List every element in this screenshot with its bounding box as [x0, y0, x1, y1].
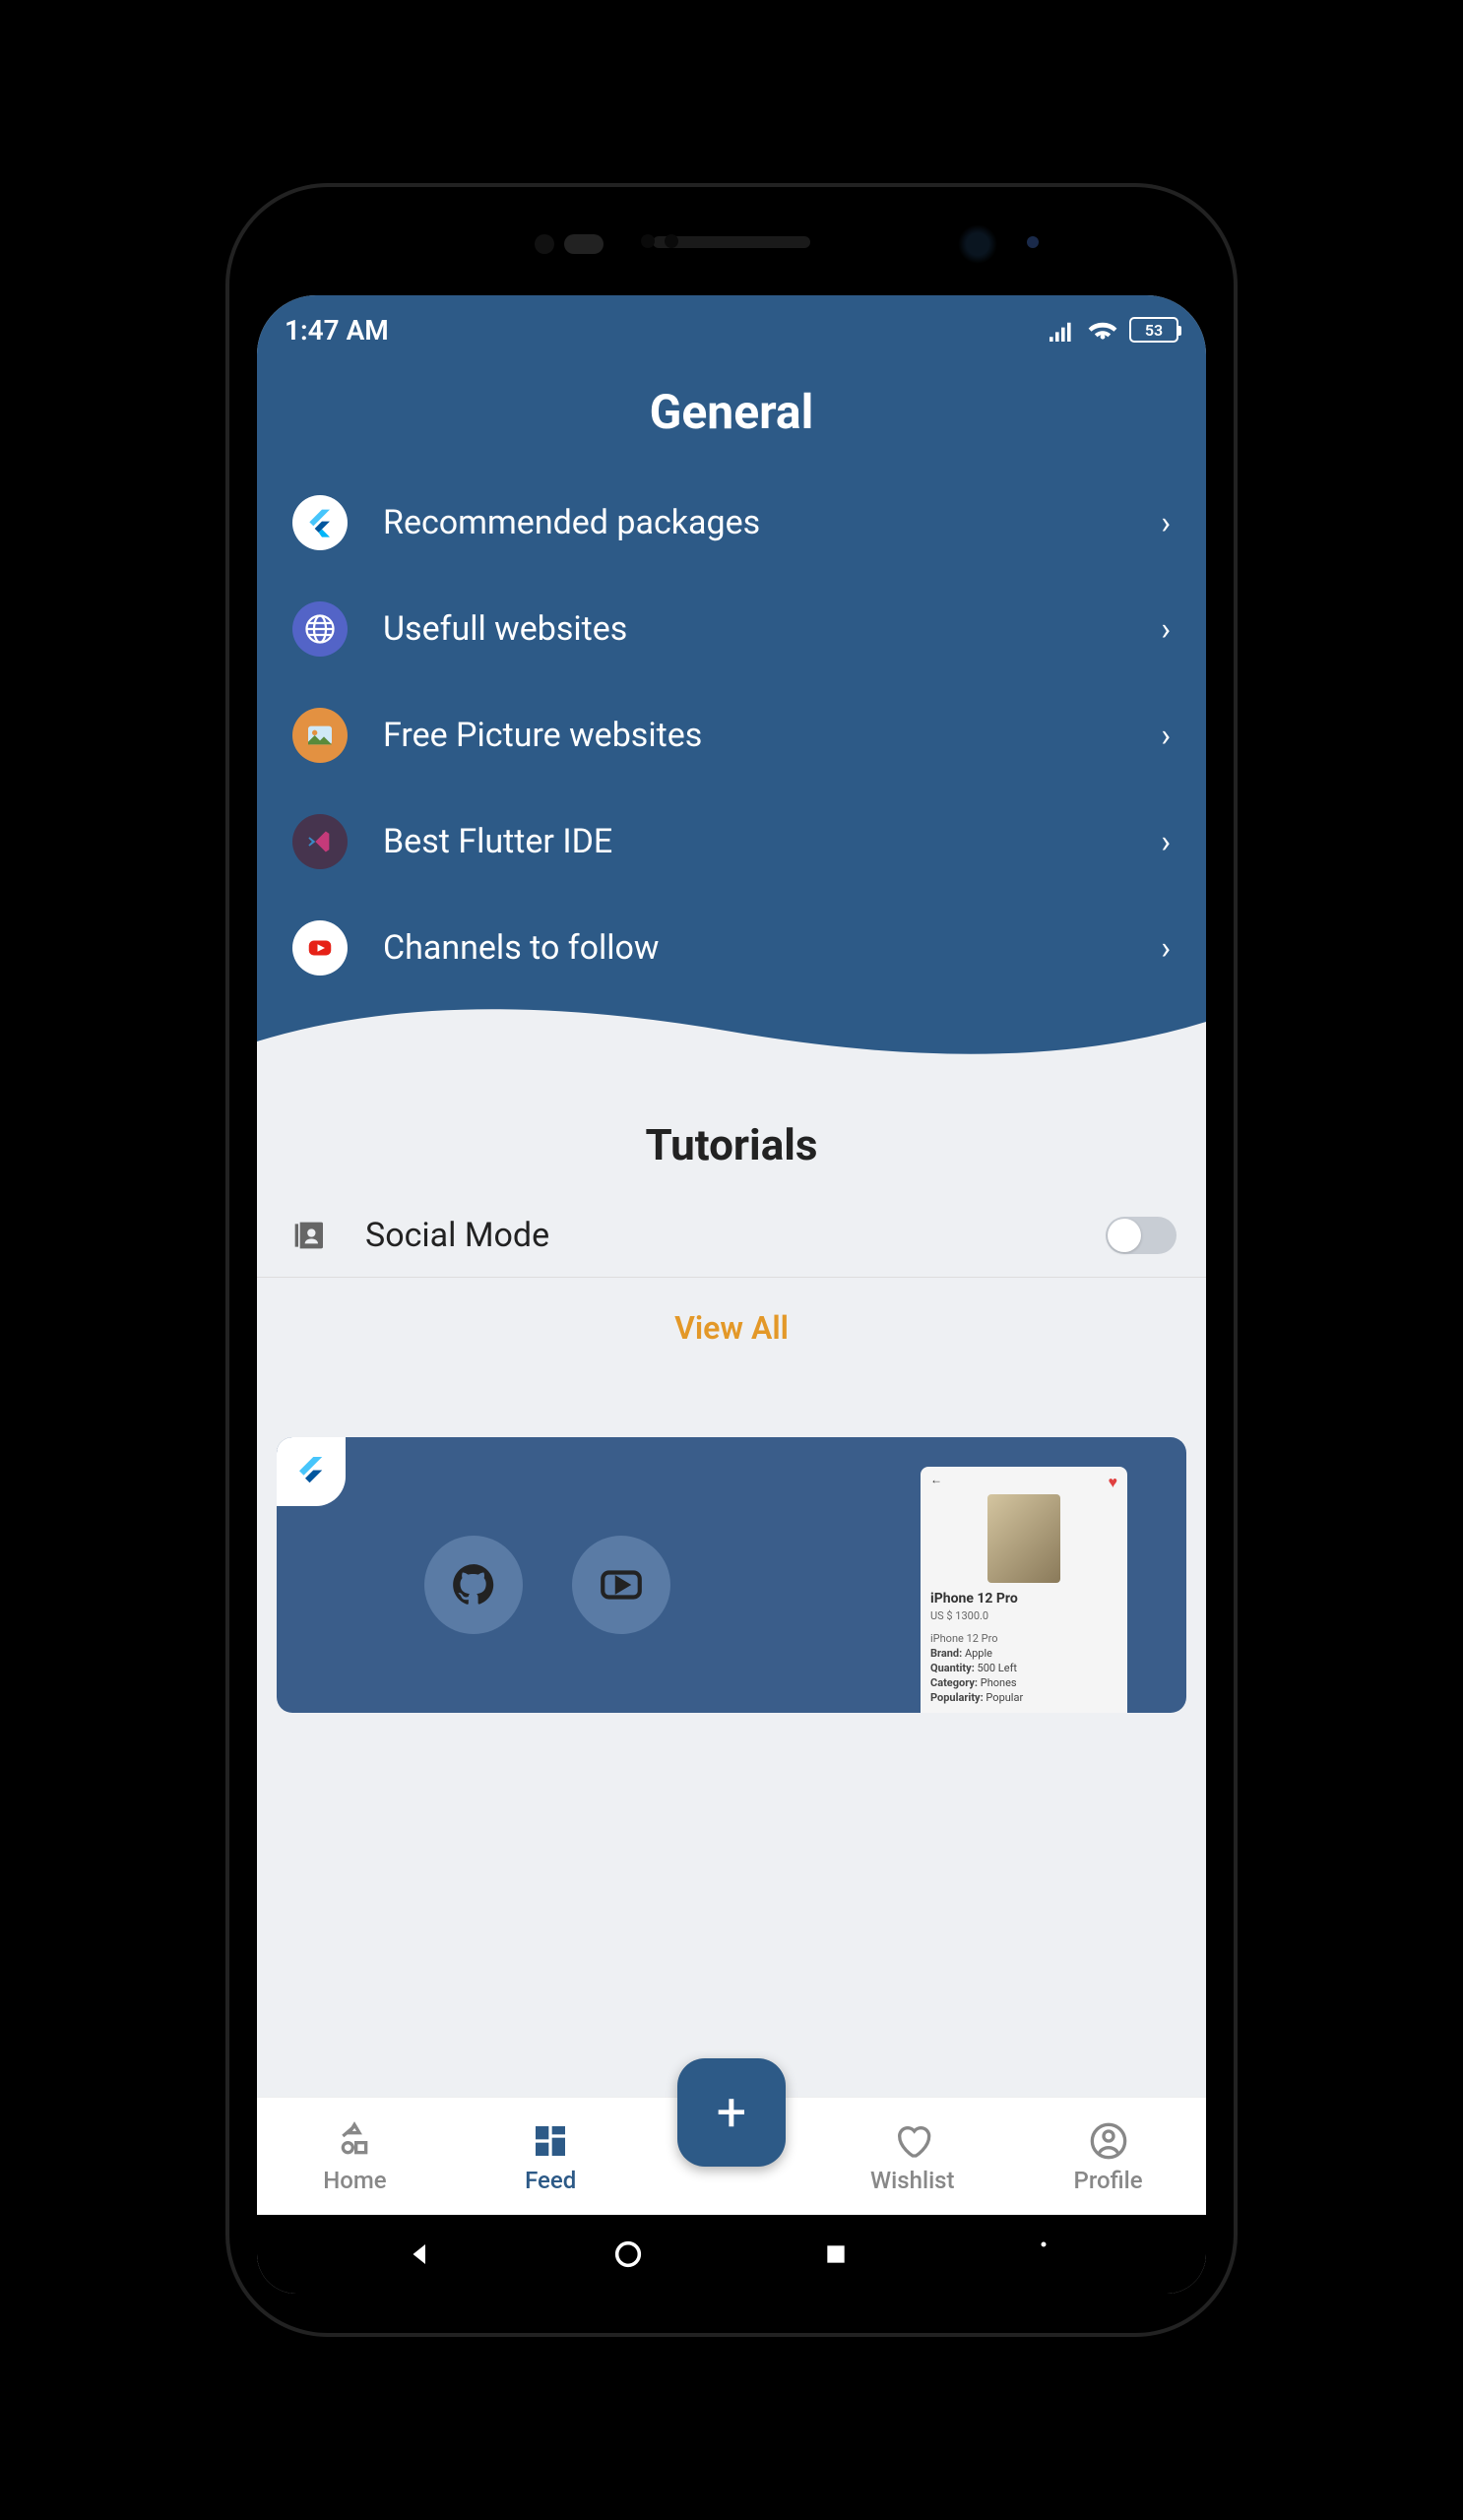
android-nav-bar — [257, 2215, 1206, 2294]
chevron-right-icon: › — [1161, 610, 1171, 648]
list-item-free-picture-websites[interactable]: Free Picture websites › — [257, 682, 1206, 788]
nav-label: Profile — [1074, 2167, 1143, 2194]
chevron-right-icon: › — [1161, 929, 1171, 967]
feed-icon — [529, 2119, 572, 2163]
tutorials-section: Tutorials Social Mode View All — [257, 1080, 1206, 1713]
heart-icon: ♥ — [1109, 1473, 1118, 1492]
status-bar: 1:47 AM 53 — [257, 295, 1206, 364]
github-icon — [424, 1536, 523, 1634]
nav-profile[interactable]: Profile — [1040, 2119, 1177, 2194]
social-mode-label: Social Mode — [365, 1216, 1070, 1255]
tutorial-card[interactable]: ←♥ iPhone 12 Pro US $ 1300.0 iPhone 12 P… — [277, 1437, 1186, 1713]
flutter-icon — [292, 495, 348, 550]
nav-home[interactable]: Home — [286, 2119, 423, 2194]
vscode-icon — [292, 814, 348, 869]
bottom-nav: Home Feed Wishlist Profile — [257, 2097, 1206, 2215]
profile-icon — [1087, 2119, 1130, 2163]
list-item-best-flutter-ide[interactable]: Best Flutter IDE › — [257, 788, 1206, 895]
view-all-link[interactable]: View All — [257, 1278, 1206, 1378]
nav-wishlist[interactable]: Wishlist — [844, 2119, 982, 2194]
add-button[interactable]: + — [677, 2058, 786, 2167]
battery-icon: 53 — [1129, 317, 1178, 343]
recent-button[interactable] — [811, 2230, 860, 2279]
flutter-badge-icon — [277, 1437, 346, 1506]
list-item-useful-websites[interactable]: Usefull websites › — [257, 576, 1206, 682]
general-section: General Recommended packages › Usefull w… — [257, 364, 1206, 1080]
heart-icon — [891, 2119, 934, 2163]
plus-icon: + — [717, 2082, 747, 2144]
accessibility-button[interactable] — [1019, 2230, 1068, 2279]
social-mode-toggle[interactable] — [1106, 1217, 1177, 1254]
list-label: Channels to follow — [383, 928, 1125, 968]
list-label: Best Flutter IDE — [383, 822, 1125, 861]
general-title: General — [257, 364, 1206, 470]
globe-icon — [292, 601, 348, 657]
list-label: Recommended packages — [383, 503, 1125, 542]
chevron-right-icon: › — [1161, 823, 1171, 860]
picture-icon — [292, 708, 348, 763]
home-button[interactable] — [604, 2230, 653, 2279]
back-button[interactable] — [396, 2230, 445, 2279]
youtube-icon — [292, 920, 348, 976]
signal-icon — [1047, 318, 1076, 342]
nav-label: Home — [323, 2167, 386, 2194]
social-mode-row: Social Mode — [257, 1194, 1206, 1278]
status-right: 53 — [1047, 317, 1178, 343]
home-icon — [333, 2119, 376, 2163]
list-label: Usefull websites — [383, 609, 1125, 649]
nav-label: Wishlist — [870, 2167, 955, 2194]
tutorials-title: Tutorials — [257, 1109, 1206, 1194]
chevron-right-icon: › — [1161, 717, 1171, 754]
nav-feed[interactable]: Feed — [481, 2119, 619, 2194]
youtube-play-icon — [572, 1536, 670, 1634]
contact-icon — [286, 1214, 330, 1257]
list-item-recommended-packages[interactable]: Recommended packages › — [257, 470, 1206, 576]
product-preview: ←♥ iPhone 12 Pro US $ 1300.0 iPhone 12 P… — [921, 1467, 1127, 1713]
status-time: 1:47 AM — [285, 314, 389, 346]
wifi-icon — [1088, 318, 1117, 342]
list-label: Free Picture websites — [383, 716, 1125, 755]
nav-label: Feed — [525, 2167, 576, 2194]
chevron-right-icon: › — [1161, 504, 1171, 541]
